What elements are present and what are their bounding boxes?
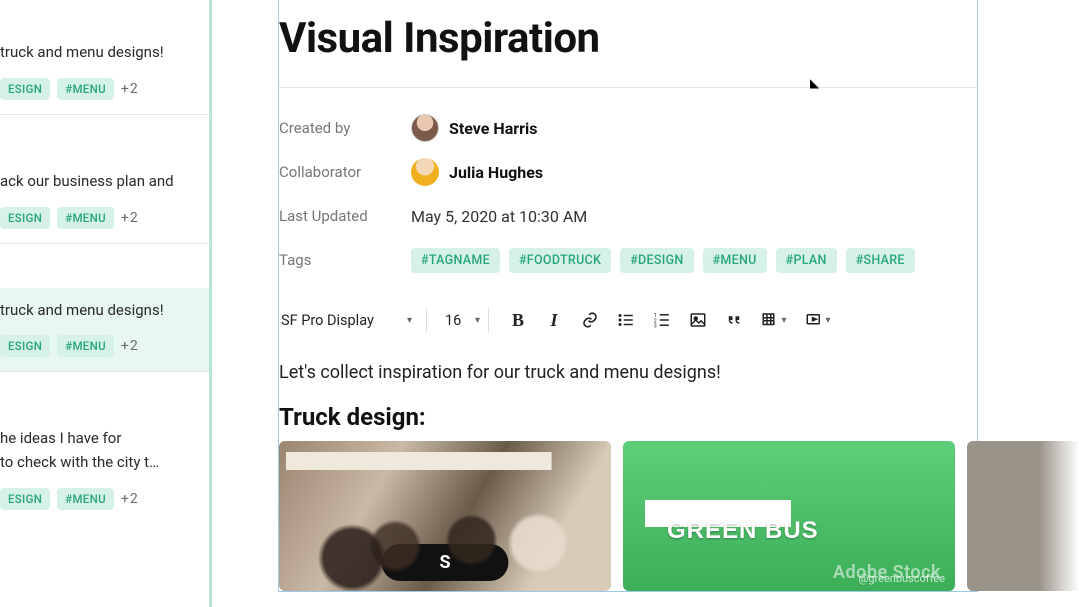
avatar[interactable] — [411, 114, 439, 142]
tag-overflow-count: +2 — [121, 338, 139, 354]
tag-chip[interactable]: #MENU — [57, 207, 114, 229]
tag-chip[interactable]: #DESIGN — [620, 248, 693, 273]
doc-body-intro[interactable]: Let's collect inspiration for our truck … — [279, 342, 977, 389]
image-button[interactable] — [683, 306, 713, 334]
cursor-icon: ◣ — [810, 76, 819, 90]
media-button[interactable]: ▾ — [799, 306, 837, 334]
stock-handle: @greenbuscoffee — [858, 572, 945, 585]
created-by-label: Created by — [279, 119, 411, 137]
bullet-list-button[interactable] — [611, 306, 641, 334]
tag-chip[interactable]: #MENU — [57, 488, 114, 510]
numbered-list-button[interactable]: 123 — [647, 306, 677, 334]
tag-chip[interactable]: #PLAN — [776, 248, 837, 273]
tag-overflow-count: +2 — [121, 491, 139, 507]
note-snippet-line2: to check with the city t… — [0, 452, 199, 474]
svg-text:3: 3 — [654, 324, 657, 330]
note-tags: ESIGN #MENU +2 — [0, 335, 199, 357]
gallery-image[interactable]: S — [279, 441, 611, 591]
gallery-image[interactable]: GREEN BUS Adobe Stock @greenbuscoffee — [623, 441, 955, 591]
document: Visual Inspiration Created by Steve Harr… — [278, 0, 978, 592]
note-tags: ESIGN #MENU +2 — [0, 488, 199, 510]
collaborator-label: Collaborator — [279, 163, 411, 181]
image-gallery: S GREEN BUS Adobe Stock @greenbuscoffee — [279, 441, 977, 591]
note-card[interactable]: he ideas I have for to check with the ci… — [0, 416, 209, 524]
table-button[interactable]: ▾ — [755, 306, 793, 334]
created-by-name[interactable]: Steve Harris — [449, 119, 537, 138]
tag-chip[interactable]: ESIGN — [0, 335, 50, 357]
doc-title[interactable]: Visual Inspiration — [279, 0, 977, 87]
tag-chip[interactable]: ESIGN — [0, 207, 50, 229]
last-updated-value: May 5, 2020 at 10:30 AM — [411, 207, 587, 226]
note-card[interactable]: ack our business plan and ESIGN #MENU +2 — [0, 159, 209, 244]
font-family-value: SF Pro Display — [281, 312, 374, 329]
tag-overflow-count: +2 — [121, 81, 139, 97]
tag-chip[interactable]: #MENU — [703, 248, 767, 273]
avatar[interactable] — [411, 158, 439, 186]
note-card[interactable]: truck and menu designs! ESIGN #MENU +2 — [0, 30, 209, 115]
collaborator-name[interactable]: Julia Hughes — [449, 163, 543, 182]
tags-label: Tags — [279, 251, 411, 269]
last-updated-label: Last Updated — [279, 207, 411, 225]
chevron-down-icon: ▾ — [407, 315, 412, 326]
chevron-down-icon: ▾ — [825, 315, 830, 326]
gallery-image[interactable] — [967, 441, 1079, 591]
note-list-sidebar: truck and menu designs! ESIGN #MENU +2 a… — [0, 0, 212, 607]
bold-button[interactable]: B — [503, 306, 533, 334]
tag-chip[interactable]: ESIGN — [0, 78, 50, 100]
doc-tags: #TAGNAME #FOODTRUCK #DESIGN #MENU #PLAN … — [411, 242, 915, 279]
tag-chip[interactable]: #FOODTRUCK — [509, 248, 611, 273]
editor-main: ◣ Visual Inspiration Created by Steve Ha… — [212, 0, 1079, 607]
section-heading[interactable]: Truck design: — [279, 389, 977, 441]
note-card-selected[interactable]: truck and menu designs! ESIGN #MENU +2 — [0, 288, 209, 373]
quote-button[interactable] — [719, 306, 749, 334]
image-overlay-pill[interactable]: S — [381, 544, 508, 581]
font-size-value: 16 — [445, 312, 461, 329]
doc-metadata: Created by Steve Harris Collaborator Jul… — [279, 88, 977, 292]
note-snippet: truck and menu designs! — [0, 300, 199, 322]
italic-button[interactable]: I — [539, 306, 569, 334]
note-snippet: truck and menu designs! — [0, 42, 199, 64]
tag-chip[interactable]: #MENU — [57, 78, 114, 100]
chevron-down-icon: ▾ — [475, 315, 480, 326]
font-size-select[interactable]: 16 ▾ — [433, 308, 489, 333]
note-snippet: ack our business plan and — [0, 171, 199, 193]
note-tags: ESIGN #MENU +2 — [0, 78, 199, 100]
truck-signage-text: GREEN BUS — [667, 517, 819, 545]
tag-chip[interactable]: #MENU — [57, 335, 114, 357]
tag-overflow-count: +2 — [121, 210, 139, 226]
note-tags: ESIGN #MENU +2 — [0, 207, 199, 229]
chevron-down-icon: ▾ — [781, 315, 786, 326]
tag-chip[interactable]: #TAGNAME — [411, 248, 500, 273]
link-button[interactable] — [575, 306, 605, 334]
note-snippet: he ideas I have for — [0, 428, 199, 450]
tag-chip[interactable]: #SHARE — [846, 248, 915, 273]
format-toolbar: SF Pro Display ▾ 16 ▾ B I 123 — [279, 292, 977, 342]
tag-chip[interactable]: ESIGN — [0, 488, 50, 510]
font-family-select[interactable]: SF Pro Display ▾ — [279, 308, 427, 333]
